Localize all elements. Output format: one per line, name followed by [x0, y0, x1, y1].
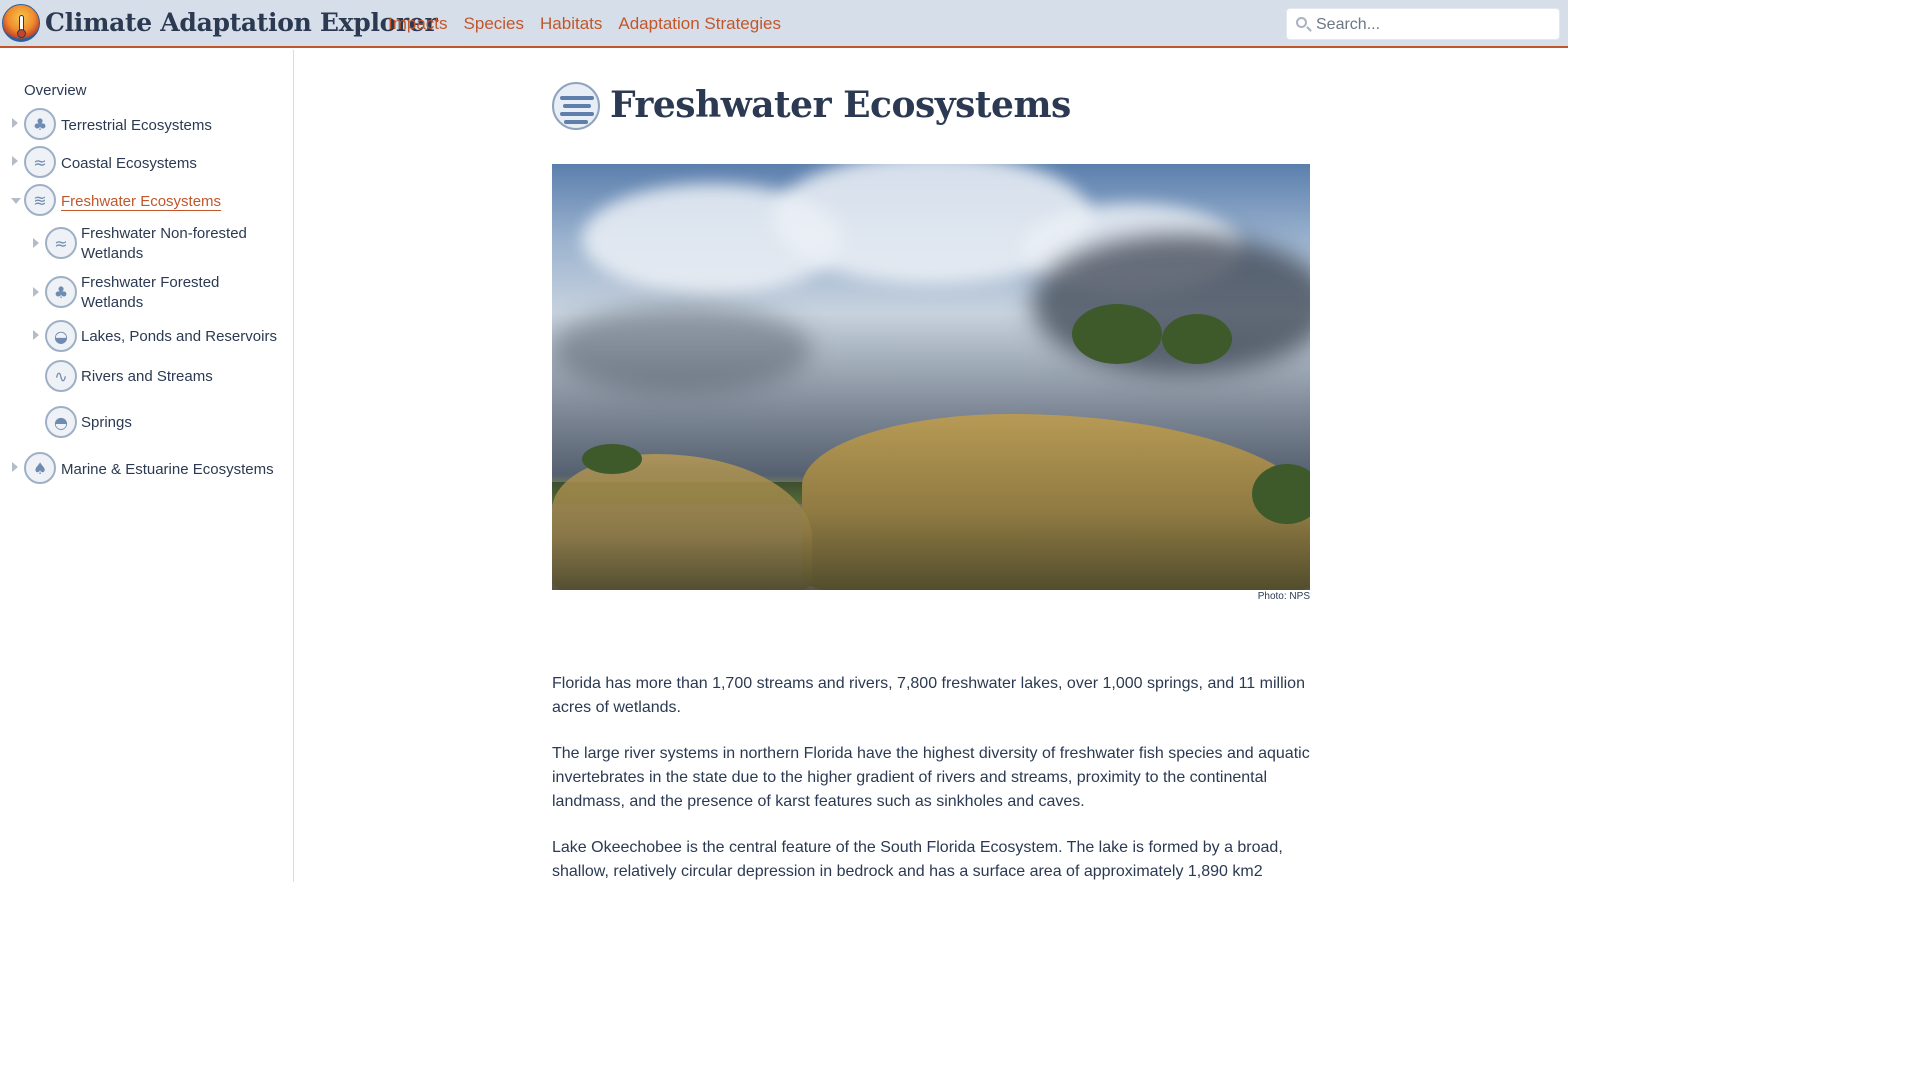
collapse-caret-icon[interactable]	[11, 198, 21, 204]
freshwater-icon	[552, 82, 600, 130]
sidebar-item-label: Lakes, Ponds and Reservoirs	[81, 328, 277, 345]
wave-line	[560, 112, 594, 116]
sidebar-item-label: Freshwater Ecosystems	[61, 193, 222, 210]
expand-caret-icon[interactable]	[12, 118, 18, 128]
wave-line	[563, 104, 591, 108]
nav-adaptation-strategies[interactable]: Adaptation Strategies	[618, 14, 781, 34]
sidebar-item-freshwater-non-forested-wetlands[interactable]: ≈ Freshwater Non-forested Wetlands	[0, 224, 290, 268]
search-box[interactable]	[1286, 8, 1560, 40]
sidebar-item-coastal-ecosystems[interactable]: ≈ Coastal Ecosystems	[0, 146, 290, 180]
sidebar: Overview ♣ Terrestrial Ecosystems ≈ Coas…	[0, 50, 294, 882]
sidebar-item-label-line2: Wetlands	[81, 245, 144, 262]
nav-impacts[interactable]: Impacts	[388, 14, 448, 34]
sidebar-item-label: Rivers and Streams	[81, 368, 213, 385]
sidebar-item-overview[interactable]: Overview	[24, 82, 87, 99]
search-icon	[1296, 17, 1307, 28]
sidebar-item-label-line1: Freshwater Non-forested	[81, 225, 247, 242]
paragraph: Florida has more than 1,700 streams and …	[552, 675, 1305, 716]
top-bar: Climate Adaptation Explorer Impacts Spec…	[0, 0, 1568, 48]
app-title[interactable]: Climate Adaptation Explorer	[45, 8, 438, 37]
lake-icon: ◒	[45, 320, 77, 352]
paragraph: Lake Okeechobee is the central feature o…	[552, 839, 1283, 880]
nav-habitats[interactable]: Habitats	[540, 14, 602, 34]
tree-icon: ♣	[24, 108, 56, 140]
forested-wetland-icon: ♣	[45, 276, 77, 308]
wetland-icon: ≈	[45, 227, 77, 259]
sidebar-item-label-line2: Wetlands	[81, 294, 144, 311]
sidebar-item-label: Springs	[81, 414, 132, 431]
expand-caret-icon[interactable]	[33, 287, 39, 297]
nav-species[interactable]: Species	[464, 14, 524, 34]
expand-caret-icon[interactable]	[12, 462, 18, 472]
sidebar-item-rivers-and-streams[interactable]: ∿ Rivers and Streams	[0, 360, 290, 394]
sidebar-item-label: Terrestrial Ecosystems	[61, 117, 212, 134]
spring-icon: ◓	[45, 406, 77, 438]
sidebar-item-marine-estuarine-ecosystems[interactable]: ♠ Marine & Estuarine Ecosystems	[0, 452, 290, 486]
sidebar-item-lakes-ponds-reservoirs[interactable]: ◒ Lakes, Ponds and Reservoirs	[0, 320, 290, 354]
palm-icon: ♠	[24, 452, 56, 484]
sidebar-item-freshwater-ecosystems[interactable]: ≋ Freshwater Ecosystems	[0, 184, 290, 218]
wave-line	[560, 96, 594, 100]
sidebar-item-label: Marine & Estuarine Ecosystems	[61, 461, 274, 478]
expand-caret-icon[interactable]	[33, 238, 39, 248]
search-input[interactable]	[1316, 14, 1552, 36]
photo-caption: Photo: NPS	[1257, 591, 1310, 602]
logo-icon[interactable]	[2, 4, 40, 42]
paragraph: The large river systems in northern Flor…	[552, 745, 1310, 810]
sidebar-item-label-line1: Freshwater Forested	[81, 274, 220, 291]
hero-photo	[552, 164, 1310, 590]
page-title: Freshwater Ecosystems	[610, 84, 1071, 126]
main-nav: Impacts Species Habitats Adaptation Stra…	[388, 14, 797, 34]
sidebar-item-springs[interactable]: ◓ Springs	[0, 406, 290, 440]
sidebar-item-terrestrial-ecosystems[interactable]: ♣ Terrestrial Ecosystems	[0, 108, 290, 142]
coast-icon: ≈	[24, 146, 56, 178]
wave-line	[564, 120, 588, 124]
expand-caret-icon[interactable]	[12, 156, 18, 166]
river-icon: ∿	[45, 360, 77, 392]
freshwater-icon: ≋	[24, 184, 56, 216]
expand-caret-icon[interactable]	[33, 330, 39, 340]
thermometer-bulb	[17, 29, 26, 38]
sidebar-item-freshwater-forested-wetlands[interactable]: ♣ Freshwater Forested Wetlands	[0, 273, 290, 317]
sidebar-item-label: Coastal Ecosystems	[61, 155, 197, 172]
